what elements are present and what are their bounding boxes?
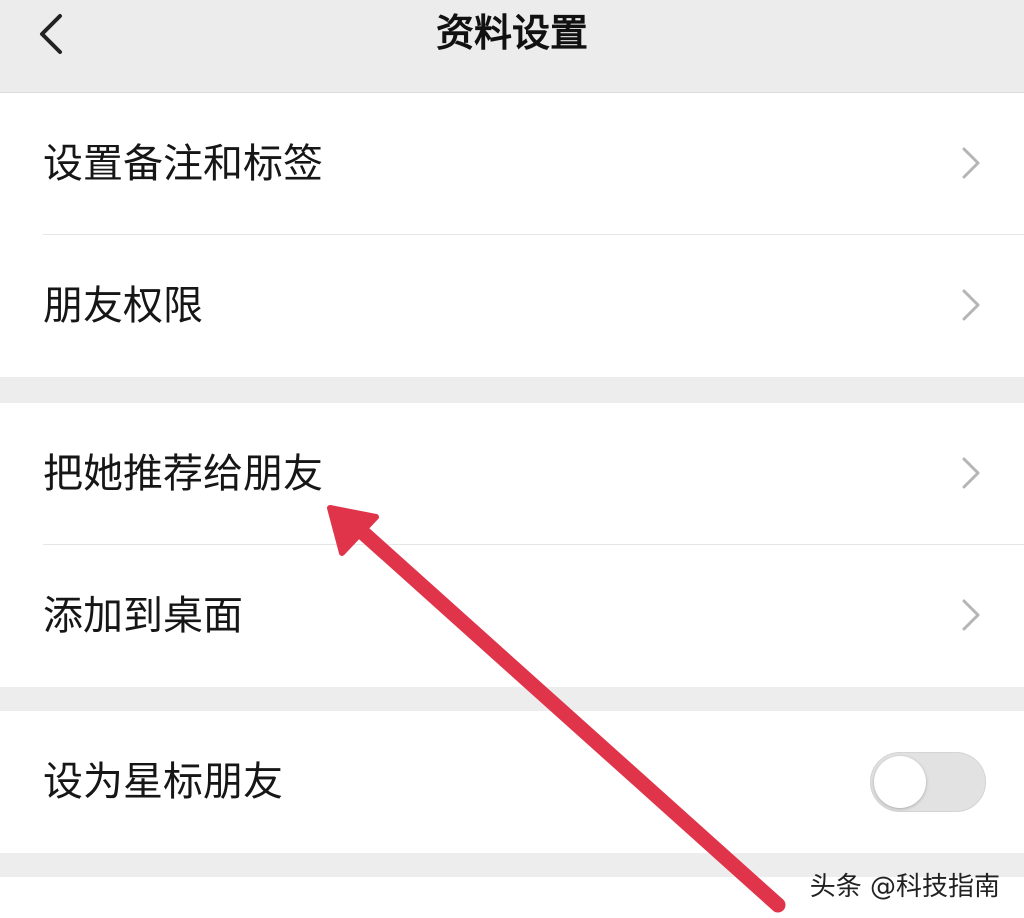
list-item-friend-permissions[interactable]: 朋友权限 (0, 235, 1024, 377)
toggle-knob (874, 756, 926, 808)
list-item-star-friend: 设为星标朋友 (0, 711, 1024, 853)
settings-group-star: 设为星标朋友 (0, 711, 1024, 853)
chevron-right-icon (962, 457, 980, 489)
star-friend-toggle[interactable] (870, 752, 986, 812)
navigation-bar: 资料设置 (0, 0, 1024, 93)
chevron-right-icon (962, 289, 980, 321)
list-item-recommend-to-friends[interactable]: 把她推荐给朋友 (0, 403, 1024, 545)
chevron-right-icon (962, 599, 980, 631)
list-item-label: 把她推荐给朋友 (43, 451, 323, 497)
list-item-set-remarks-tags[interactable]: 设置备注和标签 (0, 93, 1024, 235)
page-title: 资料设置 (435, 11, 588, 55)
list-item-label: 设置备注和标签 (43, 141, 323, 187)
list-item-add-to-desktop[interactable]: 添加到桌面 (0, 545, 1024, 687)
list-item-label: 设为星标朋友 (43, 759, 283, 805)
watermark: 头条 @科技指南 (809, 872, 1000, 902)
list-item-label: 朋友权限 (43, 283, 203, 329)
settings-group-share: 把她推荐给朋友 添加到桌面 (0, 403, 1024, 687)
list-item-label: 添加到桌面 (43, 593, 243, 639)
settings-group-remarks: 设置备注和标签 朋友权限 (0, 93, 1024, 377)
chevron-right-icon (962, 147, 980, 179)
